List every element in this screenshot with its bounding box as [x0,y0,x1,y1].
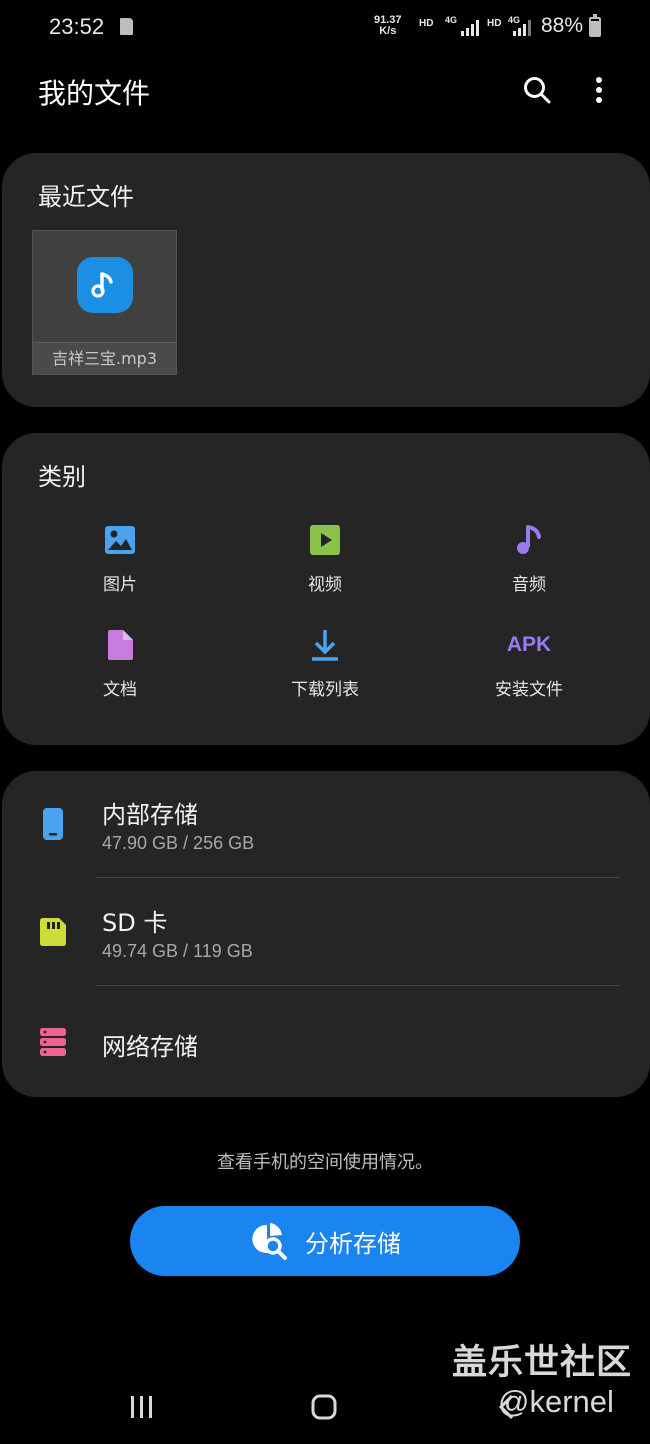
watermark-user: @kernel [498,1384,614,1419]
recent-file-name: 吉祥三宝.mp3 [33,342,176,374]
download-icon [312,630,338,661]
storage-hint-text: 查看手机的空间使用情况。 [217,1152,433,1173]
network-storage-icon [38,1025,68,1059]
storage-internal[interactable]: 内部存储 47.90 GB / 256 GB [2,771,650,879]
hd-label: HD [419,18,434,29]
category-downloads[interactable]: 下载列表 [245,625,405,700]
category-label: 图片 [103,575,137,595]
divider [96,985,620,986]
home-button[interactable] [294,1392,354,1422]
phone-storage-icon [38,807,68,841]
storage-network[interactable]: 网络存储 [2,987,650,1095]
category-label: 音频 [512,575,546,595]
categories-title: 类别 [38,463,86,491]
search-button[interactable] [517,70,557,110]
network-speed: 91.37 K/s [374,14,402,37]
category-label: 视频 [308,575,342,595]
page-title: 我的文件 [38,77,151,110]
network-gen-label: 4G [445,15,458,25]
signal-icon [461,20,479,36]
recents-button[interactable] [112,1392,172,1422]
audio-icon [517,525,541,554]
category-images[interactable]: 图片 [40,520,200,595]
sd-card-icon [38,915,68,949]
search-icon [524,77,551,104]
category-videos[interactable]: 视频 [245,520,405,595]
storage-sd-card[interactable]: SD 卡 49.74 GB / 119 GB [2,879,650,987]
storage-name: SD 卡 [102,909,168,937]
image-icon [105,526,135,554]
storage-name: 内部存储 [102,801,198,829]
category-label: 下载列表 [291,680,359,700]
more-vert-icon [596,77,602,103]
recent-file-item[interactable]: 吉祥三宝.mp3 [32,230,177,375]
status-bar: 23:52 91.37 K/s HD 4G HD 4G 88% [0,0,650,56]
battery-icon [589,14,601,37]
storage-card: 内部存储 47.90 GB / 256 GB SD 卡 49.74 GB / 1… [2,771,650,1097]
analyze-storage-label: 分析存储 [305,1229,401,1258]
storage-size: 47.90 GB / 256 GB [102,833,255,853]
storage-analysis-icon [252,1223,287,1260]
video-icon [310,525,340,555]
category-installers[interactable]: APK 安装文件 [449,625,609,700]
status-time: 23:52 [49,14,105,39]
home-icon [311,1394,337,1420]
hd-label-2: HD [487,18,502,29]
category-documents[interactable]: 文档 [40,625,200,700]
analyze-storage-button[interactable]: 分析存储 [130,1206,520,1276]
category-label: 文档 [103,680,137,700]
storage-name: 网络存储 [102,1033,198,1061]
divider [96,877,620,878]
sd-card-status-icon [120,18,133,35]
category-audio[interactable]: 音频 [449,520,609,595]
music-note-icon [77,257,133,313]
recents-icon [131,1396,152,1418]
recent-files-title: 最近文件 [38,183,134,211]
more-options-button[interactable] [579,70,619,110]
storage-size: 49.74 GB / 119 GB [102,941,253,961]
apk-icon: APK [506,633,552,656]
battery-percent: 88% [541,14,584,37]
watermark-community: 盖乐世社区 [452,1343,633,1383]
document-icon [108,630,133,660]
category-label: 安装文件 [495,680,563,700]
signal-icon-2 [513,20,531,36]
